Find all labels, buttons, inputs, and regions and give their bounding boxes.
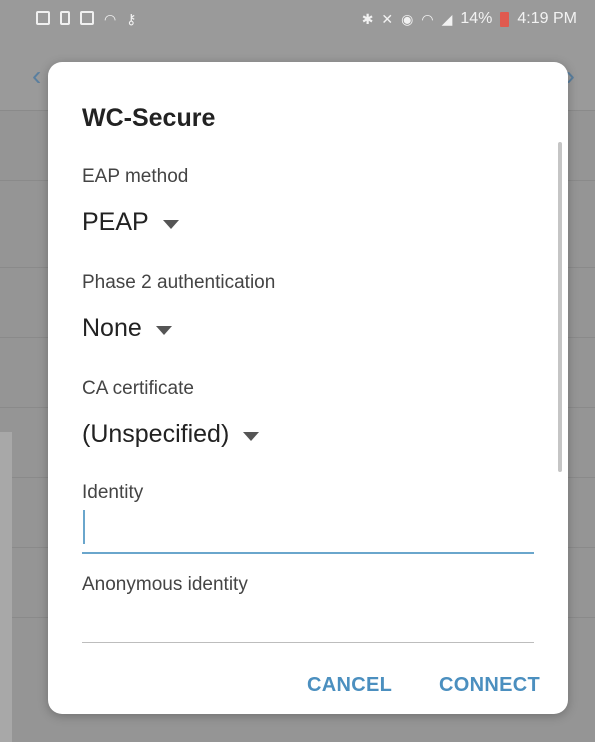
wifi-status-icon: ◠ [421, 10, 434, 27]
identity-label: Identity [82, 482, 144, 503]
ca-certificate-label: CA certificate [82, 378, 194, 399]
dialog-title: WC-Secure [82, 104, 216, 132]
text-caret [83, 510, 85, 544]
phase2-label: Phase 2 authentication [82, 272, 276, 293]
identity-input[interactable] [88, 510, 528, 544]
battery-percent: 14% [460, 10, 493, 27]
bluetooth-icon: ✱ [361, 10, 374, 27]
phase2-dropdown[interactable]: None [82, 314, 172, 343]
alert-icon [60, 11, 70, 25]
image-icon [80, 11, 94, 25]
ca-certificate-value: (Unspecified) [82, 420, 230, 448]
background-panel [0, 432, 12, 742]
battery-icon [500, 11, 510, 27]
dialog-scrollbar[interactable] [558, 142, 562, 472]
message-icon [36, 11, 50, 25]
clock: 4:19 PM [517, 10, 577, 27]
dropdown-arrow-icon [155, 325, 172, 335]
anonymous-identity-input[interactable] [82, 642, 534, 643]
wifi-connect-dialog: WC-Secure EAP method PEAP Phase 2 authen… [48, 62, 568, 714]
anonymous-identity-label: Anonymous identity [82, 574, 248, 595]
dropdown-arrow-icon [243, 431, 260, 441]
connect-button[interactable]: CONNECT [439, 674, 540, 697]
status-right: ✱ ✕ ◉ ◠ ◢ 14% 4:19 PM [362, 10, 577, 28]
phase2-value: None [82, 314, 142, 342]
signal-icon: ◢ [441, 10, 453, 27]
wifi-icon: ◠ [104, 11, 117, 27]
identity-underline [82, 552, 534, 554]
dropdown-arrow-icon [162, 219, 179, 229]
status-bar: ◠ ⚷ ✱ ✕ ◉ ◠ ◢ 14% 4:19 PM [0, 0, 595, 42]
key-icon: ⚷ [126, 11, 137, 27]
status-left-icons: ◠ ⚷ [36, 11, 136, 28]
eap-method-value: PEAP [82, 208, 149, 236]
alarm-icon: ◉ [401, 10, 414, 27]
mute-icon: ✕ [381, 10, 394, 27]
cancel-button[interactable]: CANCEL [307, 674, 392, 697]
back-arrow-icon: ‹ [32, 60, 42, 91]
eap-method-label: EAP method [82, 166, 189, 187]
ca-certificate-dropdown[interactable]: (Unspecified) [82, 420, 260, 449]
eap-method-dropdown[interactable]: PEAP [82, 208, 179, 237]
